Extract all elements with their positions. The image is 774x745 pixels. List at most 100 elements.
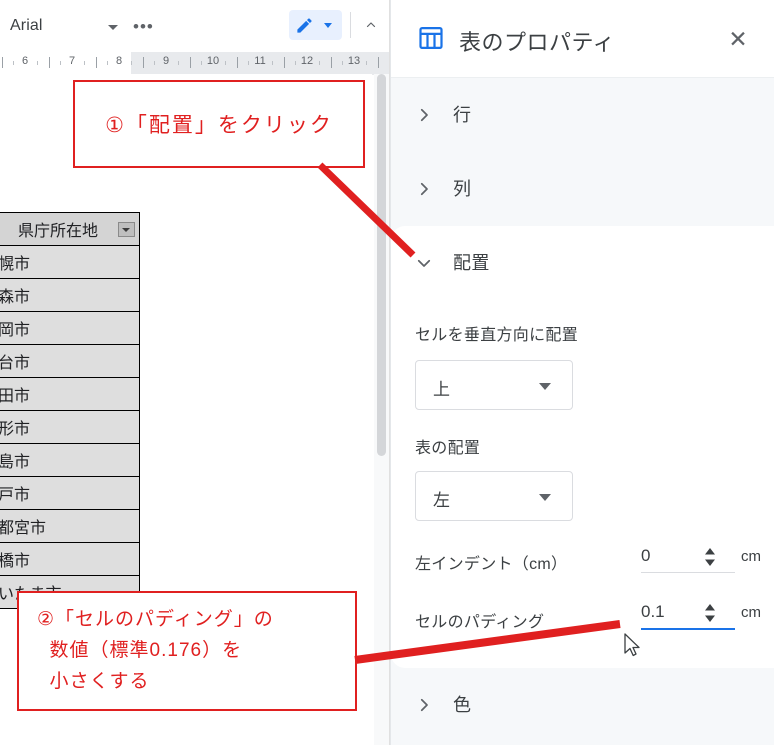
table-body: 札幌市青森市盛岡市仙台市秋田市山形市福島市水戸市宇都宮市前橋市さいたま市: [0, 245, 140, 609]
cell-padding-unit: cm: [741, 604, 761, 621]
table-cell[interactable]: 盛岡市: [0, 311, 140, 345]
ruler-minor-tick: [342, 61, 344, 65]
ruler-minor-tick: [271, 61, 273, 65]
more-options-button[interactable]: •••: [133, 18, 154, 35]
close-icon[interactable]: ✕: [725, 26, 751, 52]
cell-padding-underline: [641, 628, 735, 630]
mouse-pointer-icon: [624, 633, 641, 662]
panel-header: 表のプロパティ ✕: [391, 0, 774, 78]
table-row[interactable]: 水戸市: [0, 476, 140, 510]
table-cell[interactable]: 宇都宮市: [0, 509, 140, 543]
table-header-row: 県庁所在地: [0, 212, 140, 246]
stepper-arrows-icon[interactable]: [703, 603, 717, 623]
table-cell[interactable]: 福島市: [0, 443, 140, 477]
ruler-major-tick: [95, 57, 97, 68]
ruler-major-tick: [330, 57, 332, 68]
ruler-minor-tick: [36, 61, 38, 65]
section-alignment-card: 配置 セルを垂直方向に配置 上 表の配置 左 左インデント（cm） 0 cm セ…: [391, 226, 774, 668]
ruler-minor-tick: [224, 61, 226, 65]
cell-vertical-align-value: 上: [433, 380, 450, 399]
left-indent-unit: cm: [741, 548, 761, 565]
table-row[interactable]: 前橋市: [0, 542, 140, 576]
ruler-number: 13: [347, 55, 361, 67]
ruler-number: 11: [254, 55, 266, 67]
editing-mode-button[interactable]: [289, 10, 342, 40]
ruler-minor-tick: [60, 61, 62, 65]
table-align-select[interactable]: 左: [415, 471, 573, 521]
table-cell[interactable]: 仙台市: [0, 344, 140, 378]
ruler-major-tick: [48, 57, 50, 68]
chevron-right-icon: [415, 696, 433, 714]
left-indent-value[interactable]: 0: [641, 546, 693, 566]
panel-title: 表のプロパティ: [459, 30, 616, 55]
chevron-down-icon: [539, 383, 551, 390]
table-row[interactable]: 青森市: [0, 278, 140, 312]
ruler-minor-tick: [248, 61, 250, 65]
table-cell[interactable]: 札幌市: [0, 245, 140, 279]
ruler-number: 7: [68, 55, 76, 67]
callout-step-1-text: ①「配置」をクリック: [105, 114, 333, 137]
table-align-value: 左: [433, 491, 450, 510]
chevron-down-icon: [539, 494, 551, 501]
ruler-number: 8: [115, 55, 123, 67]
cell-vertical-align-label: セルを垂直方向に配置: [415, 327, 579, 344]
table-row[interactable]: 宇都宮市: [0, 509, 140, 543]
table-header-label: 県庁所在地: [17, 223, 98, 240]
table-cell[interactable]: 秋田市: [0, 377, 140, 411]
left-indent-underline: [641, 572, 735, 573]
ruler-minor-tick: [107, 61, 109, 65]
table-row[interactable]: 福島市: [0, 443, 140, 477]
table-icon: [417, 24, 445, 52]
document-table[interactable]: 県庁所在地 札幌市青森市盛岡市仙台市秋田市山形市福島市水戸市宇都宮市前橋市さいた…: [0, 212, 140, 609]
section-alignment-label: 配置: [453, 253, 490, 273]
table-cell[interactable]: 山形市: [0, 410, 140, 444]
section-alignment-header[interactable]: 配置: [391, 226, 774, 300]
chevron-down-icon[interactable]: [324, 23, 332, 28]
table-cell[interactable]: 前橋市: [0, 542, 140, 576]
section-column-header[interactable]: 列: [391, 152, 774, 226]
cell-vertical-align-select[interactable]: 上: [415, 360, 573, 410]
callout-step-1: ①「配置」をクリック: [73, 80, 365, 168]
section-column-label: 列: [453, 179, 472, 199]
section-color-label: 色: [453, 695, 472, 715]
ruler-number: 9: [162, 55, 170, 67]
section-color-header[interactable]: 色: [391, 668, 774, 742]
callout-step-2: ②「セルのパディング」の 数値（標準0.176）を 小さくする: [17, 591, 357, 711]
ruler-minor-tick: [154, 61, 156, 65]
ruler-major-tick: [377, 57, 379, 68]
ruler-minor-tick: [130, 61, 132, 65]
horizontal-ruler[interactable]: 6 7 8 9 10 11 12 13: [0, 52, 390, 75]
table-row[interactable]: 仙台市: [0, 344, 140, 378]
ruler-minor-tick: [177, 61, 179, 65]
ruler-minor-tick: [83, 61, 85, 65]
ruler-number: 6: [21, 55, 29, 67]
callout-arrow-2: [354, 620, 621, 664]
collapse-toolbar-button[interactable]: [358, 12, 384, 38]
ruler-major-tick: [236, 57, 238, 68]
table-row[interactable]: 札幌市: [0, 245, 140, 279]
chevron-right-icon: [415, 106, 433, 124]
editor-toolbar: Arial •••: [0, 0, 390, 52]
cell-padding-value[interactable]: 0.1: [641, 602, 693, 622]
ruler-number: 12: [300, 55, 314, 67]
font-family-selector[interactable]: Arial: [10, 17, 43, 35]
ruler-major-tick: [142, 57, 144, 68]
toolbar-divider: [350, 12, 351, 38]
table-cell[interactable]: 青森市: [0, 278, 140, 312]
table-row[interactable]: 盛岡市: [0, 311, 140, 345]
stepper-arrows-icon[interactable]: [703, 547, 717, 567]
filter-dropdown-icon[interactable]: [118, 222, 135, 237]
chevron-down-icon[interactable]: [108, 25, 118, 30]
table-header-cell[interactable]: 県庁所在地: [0, 212, 140, 246]
table-row[interactable]: 秋田市: [0, 377, 140, 411]
callout-step-2-text: ②「セルのパディング」の 数値（標準0.176）を 小さくする: [37, 609, 274, 692]
table-align-label: 表の配置: [415, 440, 481, 457]
section-row-header[interactable]: 行: [391, 78, 774, 152]
table-row[interactable]: 山形市: [0, 410, 140, 444]
table-cell[interactable]: 水戸市: [0, 476, 140, 510]
ruler-minor-tick: [365, 61, 367, 65]
ruler-minor-tick: [318, 61, 320, 65]
ruler-minor-tick: [295, 61, 297, 65]
document-scrollbar-thumb[interactable]: [377, 74, 386, 456]
ruler-number: 10: [206, 55, 220, 67]
